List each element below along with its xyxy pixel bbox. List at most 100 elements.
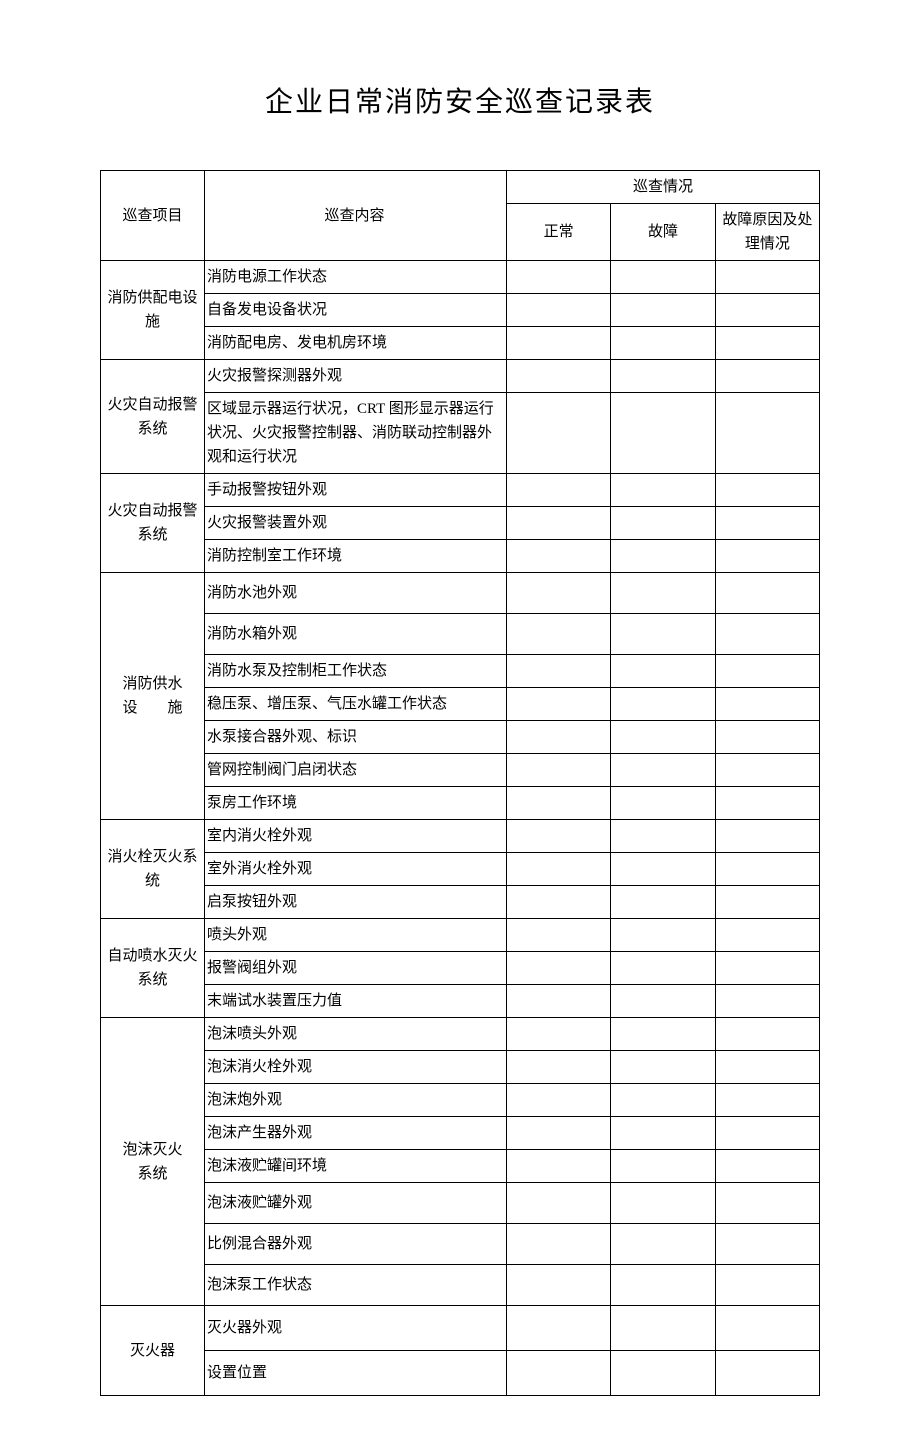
table-row: 管网控制阀门启闭状态: [101, 754, 820, 787]
table-row: 灭火器 灭火器外观: [101, 1306, 820, 1351]
content-cell: 消防配电房、发电机房环境: [205, 327, 507, 360]
table-row: 启泵按钮外观: [101, 886, 820, 919]
content-cell: 手动报警按钮外观: [205, 474, 507, 507]
normal-cell: [507, 393, 611, 474]
content-cell: 自备发电设备状况: [205, 294, 507, 327]
content-cell: 室外消火栓外观: [205, 853, 507, 886]
content-cell: 泡沫消火栓外观: [205, 1051, 507, 1084]
reason-cell: [715, 393, 819, 474]
reason-cell: [715, 688, 819, 721]
normal-cell: [507, 1117, 611, 1150]
reason-cell: [715, 474, 819, 507]
content-cell: 火灾报警探测器外观: [205, 360, 507, 393]
fault-cell: [611, 393, 715, 474]
table-row: 消火栓灭火系统 室内消火栓外观: [101, 820, 820, 853]
content-cell: 喷头外观: [205, 919, 507, 952]
reason-cell: [715, 1351, 819, 1396]
table-row: 稳压泵、增压泵、气压水罐工作状态: [101, 688, 820, 721]
category-cell: 消防供水 设 施: [101, 573, 205, 820]
normal-cell: [507, 820, 611, 853]
normal-cell: [507, 573, 611, 614]
normal-cell: [507, 1150, 611, 1183]
fault-cell: [611, 1224, 715, 1265]
table-row: 泵房工作环境: [101, 787, 820, 820]
content-cell: 室内消火栓外观: [205, 820, 507, 853]
category-line1: 泡沫灭火: [122, 1142, 182, 1158]
content-cell: 消防水箱外观: [205, 614, 507, 655]
content-cell: 启泵按钮外观: [205, 886, 507, 919]
category-cell: 消火栓灭火系统: [101, 820, 205, 919]
fault-cell: [611, 886, 715, 919]
normal-cell: [507, 985, 611, 1018]
table-row: 室外消火栓外观: [101, 853, 820, 886]
table-row: 火灾自动报警系统 手动报警按钮外观: [101, 474, 820, 507]
content-cell: 比例混合器外观: [205, 1224, 507, 1265]
reason-cell: [715, 820, 819, 853]
table-row: 消防水泵及控制柜工作状态: [101, 655, 820, 688]
reason-cell: [715, 655, 819, 688]
fault-cell: [611, 360, 715, 393]
hdr-status: 巡查情况: [507, 171, 820, 204]
reason-cell: [715, 886, 819, 919]
content-cell: 消防电源工作状态: [205, 261, 507, 294]
category-cell: 消防供配电设施: [101, 261, 205, 360]
table-row: 设置位置: [101, 1351, 820, 1396]
fault-cell: [611, 820, 715, 853]
content-cell: 水泵接合器外观、标识: [205, 721, 507, 754]
normal-cell: [507, 853, 611, 886]
content-cell: 消防水池外观: [205, 573, 507, 614]
table-row: 泡沫液贮罐间环境: [101, 1150, 820, 1183]
reason-cell: [715, 853, 819, 886]
normal-cell: [507, 952, 611, 985]
reason-cell: [715, 1084, 819, 1117]
normal-cell: [507, 360, 611, 393]
table-row: 区域显示器运行状况，CRT 图形显示器运行状况、火灾报警控制器、消防联动控制器外…: [101, 393, 820, 474]
normal-cell: [507, 327, 611, 360]
fault-cell: [611, 688, 715, 721]
reason-cell: [715, 1150, 819, 1183]
content-cell: 管网控制阀门启闭状态: [205, 754, 507, 787]
fault-cell: [611, 1117, 715, 1150]
fault-cell: [611, 1150, 715, 1183]
normal-cell: [507, 1084, 611, 1117]
content-cell: 泡沫泵工作状态: [205, 1265, 507, 1306]
fault-cell: [611, 1351, 715, 1396]
reason-cell: [715, 1224, 819, 1265]
content-cell: 火灾报警装置外观: [205, 507, 507, 540]
fault-cell: [611, 294, 715, 327]
normal-cell: [507, 614, 611, 655]
reason-cell: [715, 721, 819, 754]
fault-cell: [611, 573, 715, 614]
page-title: 企业日常消防安全巡查记录表: [100, 80, 820, 120]
content-cell: 泡沫喷头外观: [205, 1018, 507, 1051]
table-row: 自备发电设备状况: [101, 294, 820, 327]
fault-cell: [611, 1051, 715, 1084]
table-row: 消防配电房、发电机房环境: [101, 327, 820, 360]
table-row: 泡沫炮外观: [101, 1084, 820, 1117]
table-row: 泡沫消火栓外观: [101, 1051, 820, 1084]
normal-cell: [507, 1018, 611, 1051]
category-cell: 火灾自动报警系统: [101, 360, 205, 474]
reason-cell: [715, 1183, 819, 1224]
header-row-1: 巡查项目 巡查内容 巡查情况: [101, 171, 820, 204]
fault-cell: [611, 614, 715, 655]
hdr-reason: 故障原因及处理情况: [715, 204, 819, 261]
normal-cell: [507, 1183, 611, 1224]
content-cell: 消防水泵及控制柜工作状态: [205, 655, 507, 688]
normal-cell: [507, 919, 611, 952]
content-cell: 灭火器外观: [205, 1306, 507, 1351]
normal-cell: [507, 507, 611, 540]
reason-cell: [715, 985, 819, 1018]
fault-cell: [611, 985, 715, 1018]
reason-cell: [715, 1306, 819, 1351]
table-row: 报警阀组外观: [101, 952, 820, 985]
fault-cell: [611, 919, 715, 952]
hdr-content: 巡查内容: [205, 171, 507, 261]
table-row: 消防控制室工作环境: [101, 540, 820, 573]
fault-cell: [611, 1018, 715, 1051]
content-cell: 稳压泵、增压泵、气压水罐工作状态: [205, 688, 507, 721]
normal-cell: [507, 787, 611, 820]
fault-cell: [611, 261, 715, 294]
reason-cell: [715, 294, 819, 327]
table-row: 泡沫泵工作状态: [101, 1265, 820, 1306]
